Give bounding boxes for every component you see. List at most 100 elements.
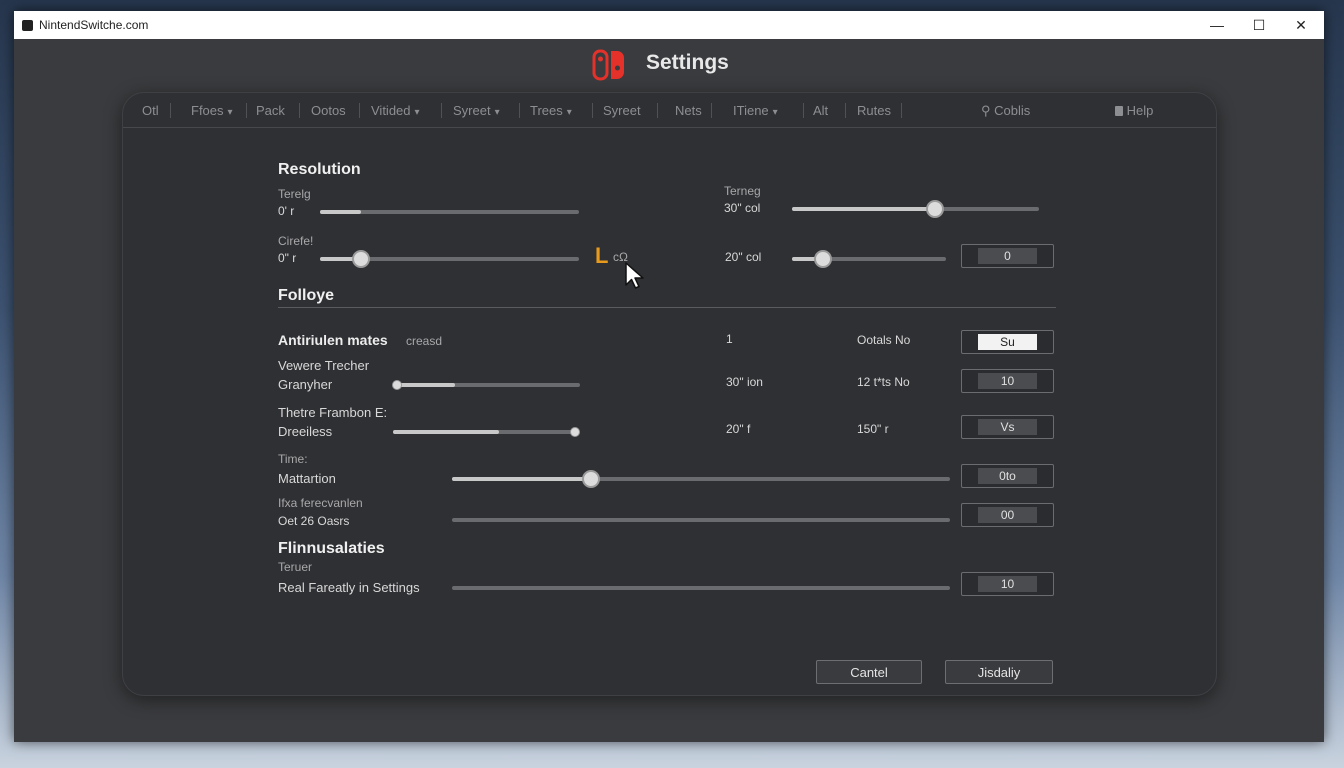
slider[interactable] [452,518,950,522]
cancel-button[interactable]: Cantel [816,660,922,684]
switch-logo-icon [592,49,624,81]
slider-thumb[interactable] [813,250,832,268]
tab-label: Rutes [857,103,891,118]
tab-label: ITiene [733,103,769,118]
value-box[interactable]: 00 [961,503,1054,527]
mouse-cursor-icon [625,262,644,289]
chevron-down-icon: ▾ [772,107,778,118]
tab-ffoes[interactable]: Ffoes ▾ [191,103,233,118]
tab-divider [657,103,658,118]
row-value: Mattartion [278,471,336,486]
tab-divider [845,103,846,118]
tab-label: Otl [142,103,159,118]
value-box-text: Su [978,334,1037,350]
slider-thumb[interactable] [582,470,601,488]
row-label: Teruer [278,560,313,574]
row-value: 30" col [724,201,761,215]
row-label: Vewere Trecher [278,358,370,373]
slider-thumb[interactable] [570,427,580,437]
maximize-button[interactable]: ☐ [1238,11,1280,39]
tab-syreet-2[interactable]: Syreet [603,103,641,118]
tab-label: Syreet [603,103,641,118]
tab-vitided[interactable]: Vitided ▾ [371,103,420,118]
tab-nets[interactable]: Nets [675,103,702,118]
help-label: Help [1126,103,1154,118]
apply-button[interactable]: Jisdaliy [945,660,1053,684]
row-value: Real Fareatly in Settings [278,580,420,595]
tab-trees[interactable]: Trees ▾ [530,103,572,118]
slider[interactable] [320,210,579,214]
tab-otl[interactable]: Otl [142,103,159,118]
app-icon [22,19,33,31]
value-box-text: 0 [978,248,1037,264]
row-sublabel: creasd [406,334,443,348]
tab-rutes[interactable]: Rutes [857,103,891,118]
search-button[interactable]: ⚲ Coblis [981,103,1030,119]
row-label: Terneg [724,184,761,198]
section-title-folloye: Folloye [278,287,335,304]
tab-ootos[interactable]: Ootos [311,103,346,118]
value-box[interactable]: Su [961,330,1054,354]
row-col2: 150" r [857,422,889,436]
tab-divider [519,103,520,118]
slider[interactable] [392,380,580,390]
app-window: NintendSwitche.com — ☐ ✕ Settings Otl Ff… [14,11,1324,742]
tab-divider [901,103,902,118]
section-title-flinnusalaties: Flinnusalaties [278,540,385,557]
slider[interactable] [320,250,579,268]
tab-bar: Otl Ffoes ▾ Pack Ootos Vitided ▾ Syreet ▾ T… [123,93,1216,128]
row-value: 0" r [278,251,297,265]
value-box-text: Vs [978,419,1037,435]
page-title: Settings [646,51,729,74]
row-label: Ifxa ferecvanlen [278,496,363,510]
slider[interactable] [393,427,580,437]
value-box[interactable]: Vs [961,415,1054,439]
tab-label: Trees [530,103,563,118]
l-button-glyph: L [595,243,609,268]
chevron-down-icon: ▾ [227,107,233,118]
row-value: 0' r [278,204,295,218]
tab-alt[interactable]: Alt [813,103,828,118]
tab-syreet[interactable]: Syreet ▾ [453,103,500,118]
window-title: NintendSwitche.com [39,18,149,32]
row-value: 20" col [725,250,762,264]
section-divider [278,307,1056,308]
settings-panel: Otl Ffoes ▾ Pack Ootos Vitided ▾ Syreet ▾ T… [122,92,1217,696]
row-label: Thetre Frambon E: [278,405,388,420]
close-button[interactable]: ✕ [1280,11,1322,39]
value-box-text: 0to [978,468,1037,484]
search-icon: ⚲ [981,103,991,118]
tab-itiene[interactable]: ITiene ▾ [733,103,778,118]
value-box-text: 00 [978,507,1037,523]
minimize-button[interactable]: — [1196,11,1238,39]
slider-thumb[interactable] [926,200,945,218]
slider-thumb[interactable] [352,250,371,268]
value-box-text: 10 [978,576,1037,592]
value-box[interactable]: 0 [961,244,1054,268]
tab-divider [441,103,442,118]
slider[interactable] [452,470,950,488]
tab-pack[interactable]: Pack [256,103,285,118]
tab-divider [592,103,593,118]
slider-thumb[interactable] [392,380,402,390]
row-label: Cirefe! [278,234,314,248]
value-box[interactable]: 0to [961,464,1054,488]
section-title-resolution: Resolution [278,161,361,178]
tab-label: Syreet [453,103,491,118]
row-label: Time: [278,452,308,466]
book-icon [1115,106,1123,116]
row-label: Antiriulen mates [278,332,388,348]
slider[interactable] [792,200,1039,218]
row-col1: 30" ion [726,375,763,389]
row-value: Dreeiless [278,424,333,439]
slider[interactable] [452,586,950,590]
row-value: Oet 26 Oasrs [278,514,350,528]
row-col1: 20" f [726,422,751,436]
row-label: Terelg [278,187,311,201]
value-box[interactable]: 10 [961,369,1054,393]
slider[interactable] [792,250,946,268]
help-button[interactable]: Help [1115,103,1153,118]
value-box[interactable]: 10 [961,572,1054,596]
tab-divider [299,103,300,118]
tab-label: Ffoes [191,103,224,118]
